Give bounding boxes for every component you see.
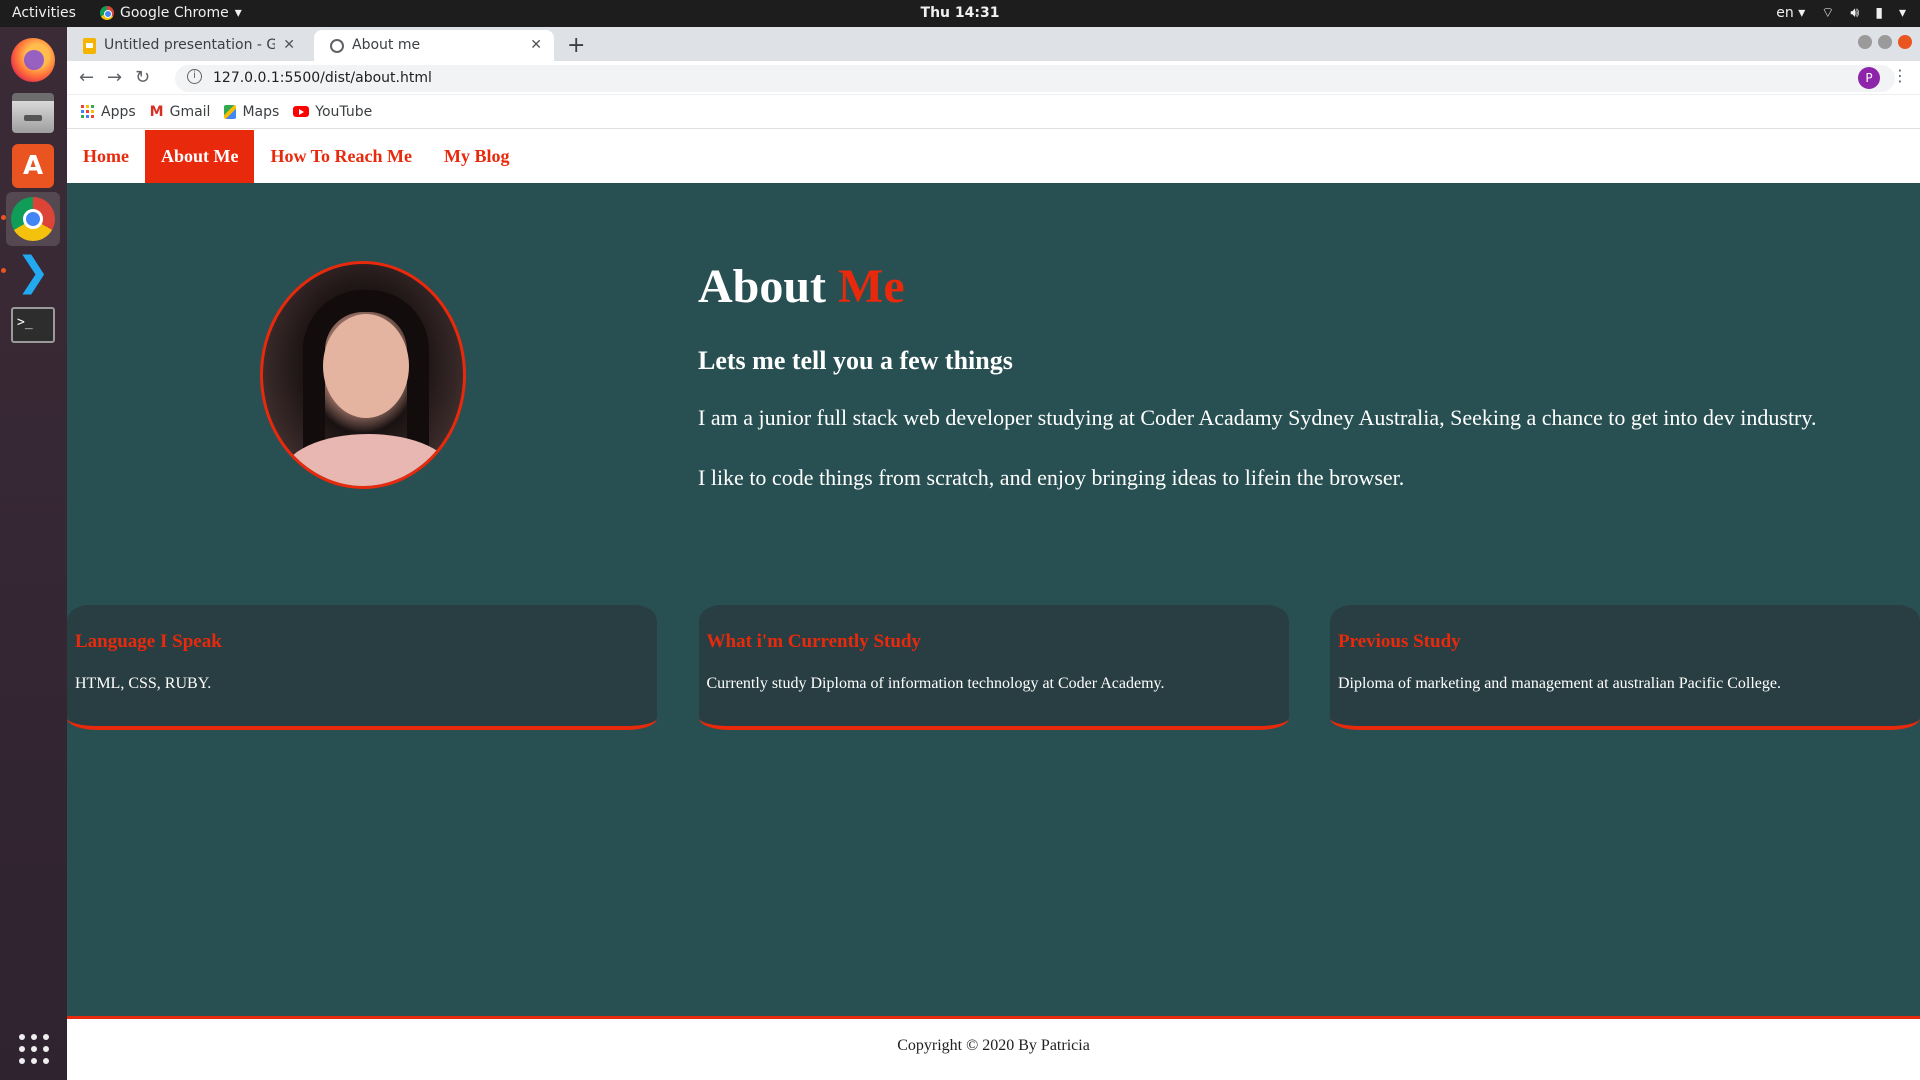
browser-toolbar: ← → ↻ i 127.0.0.1:5500/dist/about.html ☆… [67,61,1920,95]
site-nav: Home About Me How To Reach Me My Blog [67,130,1920,183]
terminal-icon: >_ [11,307,55,343]
intro-paragraph: I like to code things from scratch, and … [698,465,1405,490]
address-bar[interactable]: i 127.0.0.1:5500/dist/about.html ☆ [175,65,1895,92]
info-cards: Language I Speak HTML, CSS, RUBY. What i… [67,605,1920,730]
bookmark-youtube[interactable]: YouTube [293,104,372,120]
close-icon[interactable]: ✕ [283,37,295,61]
dock-vscode[interactable]: ❯ [6,245,60,299]
back-icon[interactable]: ← [79,67,94,88]
clock[interactable]: Thu 14:31 [0,5,1920,21]
info-icon[interactable]: i [187,69,202,84]
tab-strip: Untitled presentation - Go ✕ About me ✕ … [67,27,1920,61]
card-title: Language I Speak [75,631,222,652]
nav-my-blog[interactable]: My Blog [428,130,526,183]
tab-title: About me [352,37,421,53]
bookmarks-bar: Apps M Gmail Maps YouTube [67,95,1920,129]
bookmark-label: YouTube [315,103,373,120]
bookmark-apps[interactable]: Apps [81,104,136,120]
url-text: 127.0.0.1:5500/dist/about.html [213,70,432,86]
about-section: About Me Lets me tell you a few things I… [67,183,1920,543]
card-text: HTML, CSS, RUBY. [75,675,212,692]
youtube-icon [293,106,310,117]
running-indicator [1,215,6,220]
card-current-study: What i'm Currently Study Currently study… [698,605,1289,730]
files-icon [12,93,54,133]
intro-paragraph: I am a junior full stack web developer s… [698,405,1817,430]
page-content: Home About Me How To Reach Me My Blog Ab… [67,130,1920,1080]
card-text: Currently study Diploma of information t… [706,675,1165,692]
bookmark-label: Gmail [169,103,211,120]
nav-how-to-reach-me[interactable]: How To Reach Me [254,130,428,183]
profile-avatar[interactable]: P [1858,67,1880,89]
menu-icon[interactable]: ⋮ [1892,66,1908,85]
vscode-icon: ❯ [16,249,50,295]
minimize-icon[interactable] [1858,35,1872,49]
battery-icon: ▮ [1875,5,1883,21]
bookmark-label: Apps [101,103,136,120]
title-accent: Me [838,260,905,313]
chrome-icon [11,197,55,241]
software-center-icon: A [12,144,54,188]
apps-icon [81,104,95,119]
dock-terminal[interactable]: >_ [6,298,60,352]
maps-icon [224,104,237,119]
subtitle: Lets me tell you a few things [698,346,1013,375]
globe-icon [330,39,344,53]
new-tab-icon[interactable]: + [567,33,585,58]
dock-chrome[interactable] [6,192,60,246]
tab-presentation[interactable]: Untitled presentation - Go ✕ [67,30,307,61]
card-text: Diploma of marketing and management at a… [1338,675,1781,692]
bookmark-gmail[interactable]: M Gmail [150,104,211,120]
card-title: Previous Study [1338,631,1461,652]
system-top-bar: Activities Google Chrome ▾ Thu 14:31 en … [0,0,1920,27]
gmail-icon: M [149,103,164,120]
volume-icon: 🔊︎ [1850,5,1860,21]
language-label: en [1776,5,1794,21]
forward-icon[interactable]: → [107,67,122,88]
copyright-text: Copyright © 2020 By Patricia [897,1037,1090,1054]
close-icon[interactable]: ✕ [530,37,542,61]
bookmark-maps[interactable]: Maps [224,104,279,120]
browser-window: Untitled presentation - Go ✕ About me ✕ … [67,27,1920,1080]
bookmark-label: Maps [242,103,280,120]
page-title: About Me [698,259,905,314]
maximize-icon[interactable] [1878,35,1892,49]
card-title: What i'm Currently Study [706,631,921,652]
profile-photo [260,261,466,489]
close-window-icon[interactable] [1898,35,1912,49]
dock-software[interactable]: A [6,139,60,193]
dock-firefox[interactable] [6,33,60,87]
wifi-icon: ⌔ [1821,5,1835,21]
title-main: About [698,260,827,313]
running-indicator [1,268,6,273]
language-indicator[interactable]: en ▾ [1776,5,1805,21]
reload-icon[interactable]: ↻ [135,67,150,88]
system-tray[interactable]: en ▾ ⌔ 🔊︎ ▮ ▾ [1776,4,1906,22]
card-previous-study: Previous Study Diploma of marketing and … [1330,605,1920,730]
slides-icon [83,38,96,54]
card-languages: Language I Speak HTML, CSS, RUBY. [67,605,657,730]
dock-files[interactable] [6,86,60,140]
tab-about-me[interactable]: About me ✕ [314,30,554,61]
chevron-down-icon: ▾ [1898,5,1906,21]
firefox-icon [11,38,55,82]
window-controls [1858,35,1912,49]
site-footer: Copyright © 2020 By Patricia [67,1016,1920,1080]
show-apps-icon[interactable] [19,1034,49,1064]
tab-title: Untitled presentation - Go [104,37,276,53]
nav-about-me[interactable]: About Me [144,130,255,183]
nav-home[interactable]: Home [67,130,145,183]
dock: A ❯ >_ [0,27,67,1080]
